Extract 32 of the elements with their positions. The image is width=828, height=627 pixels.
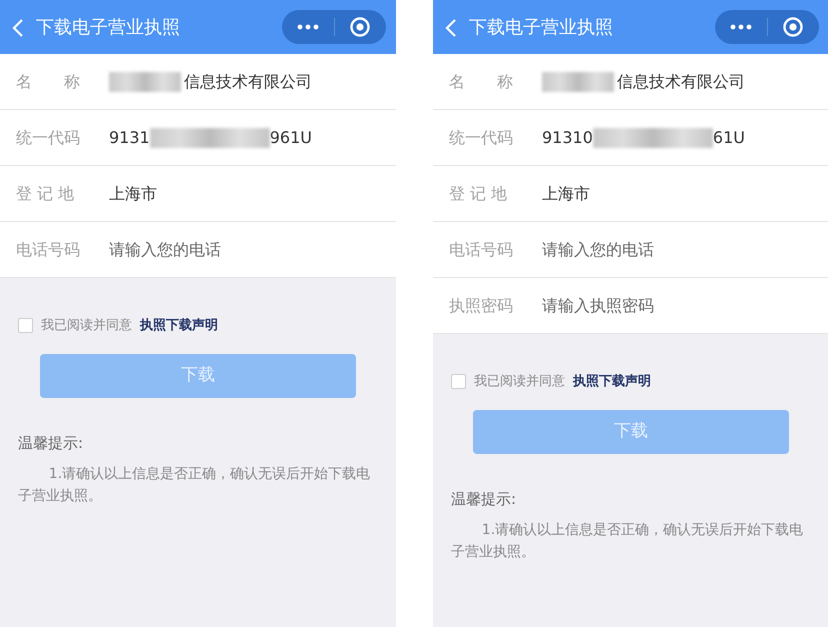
tips-title: 温馨提示: [18,432,84,454]
field-label: 名 称 [16,70,81,92]
agreement-text: 我已阅读并同意 [41,317,132,335]
input-field[interactable]: 请输入您的电话 [109,238,329,262]
input-field[interactable]: 请输入您的电话 [542,238,762,262]
tips-title: 温馨提示: [451,488,518,510]
field-value: 91310 [542,126,593,148]
agreement-link[interactable]: 执照下载声明 [140,316,218,336]
field-value: 上海市 [109,182,157,204]
field-label: 统一代码 [16,126,81,148]
checkbox[interactable] [451,374,466,390]
field-value: 信息技术有限公司 [617,70,745,92]
field-label: 统一代码 [449,126,514,148]
tips-text: 1.请确认以上信息是否正确，确认无误后开始下载电子营业执照。 [18,465,372,506]
field-label: 电话号码 [449,238,514,260]
agreement-link[interactable]: 执照下载声明 [573,372,651,392]
field-label: 登 记 地 [449,182,508,204]
field-value: 961U [270,126,312,148]
field-value: 9131 [109,126,150,148]
field-label: 电话号码 [16,238,81,260]
agreement-text: 我已阅读并同意 [474,373,565,391]
field-label: 名 称 [449,70,514,92]
field-value: 信息技术有限公司 [184,70,312,92]
field-label: 执照密码 [449,294,514,316]
page-title: 下载电子营业执照 [469,16,614,40]
field-value: 61U [712,126,745,148]
input-field[interactable]: 请输入执照密码 [542,294,762,318]
checkbox[interactable] [18,318,33,334]
tips-text: 1.请确认以上信息是否正确，确认无误后开始下载电子营业执照。 [451,521,804,562]
field-value: 上海市 [542,182,590,204]
page-title: 下载电子营业执照 [36,16,181,40]
field-label: 登 记 地 [16,182,76,204]
